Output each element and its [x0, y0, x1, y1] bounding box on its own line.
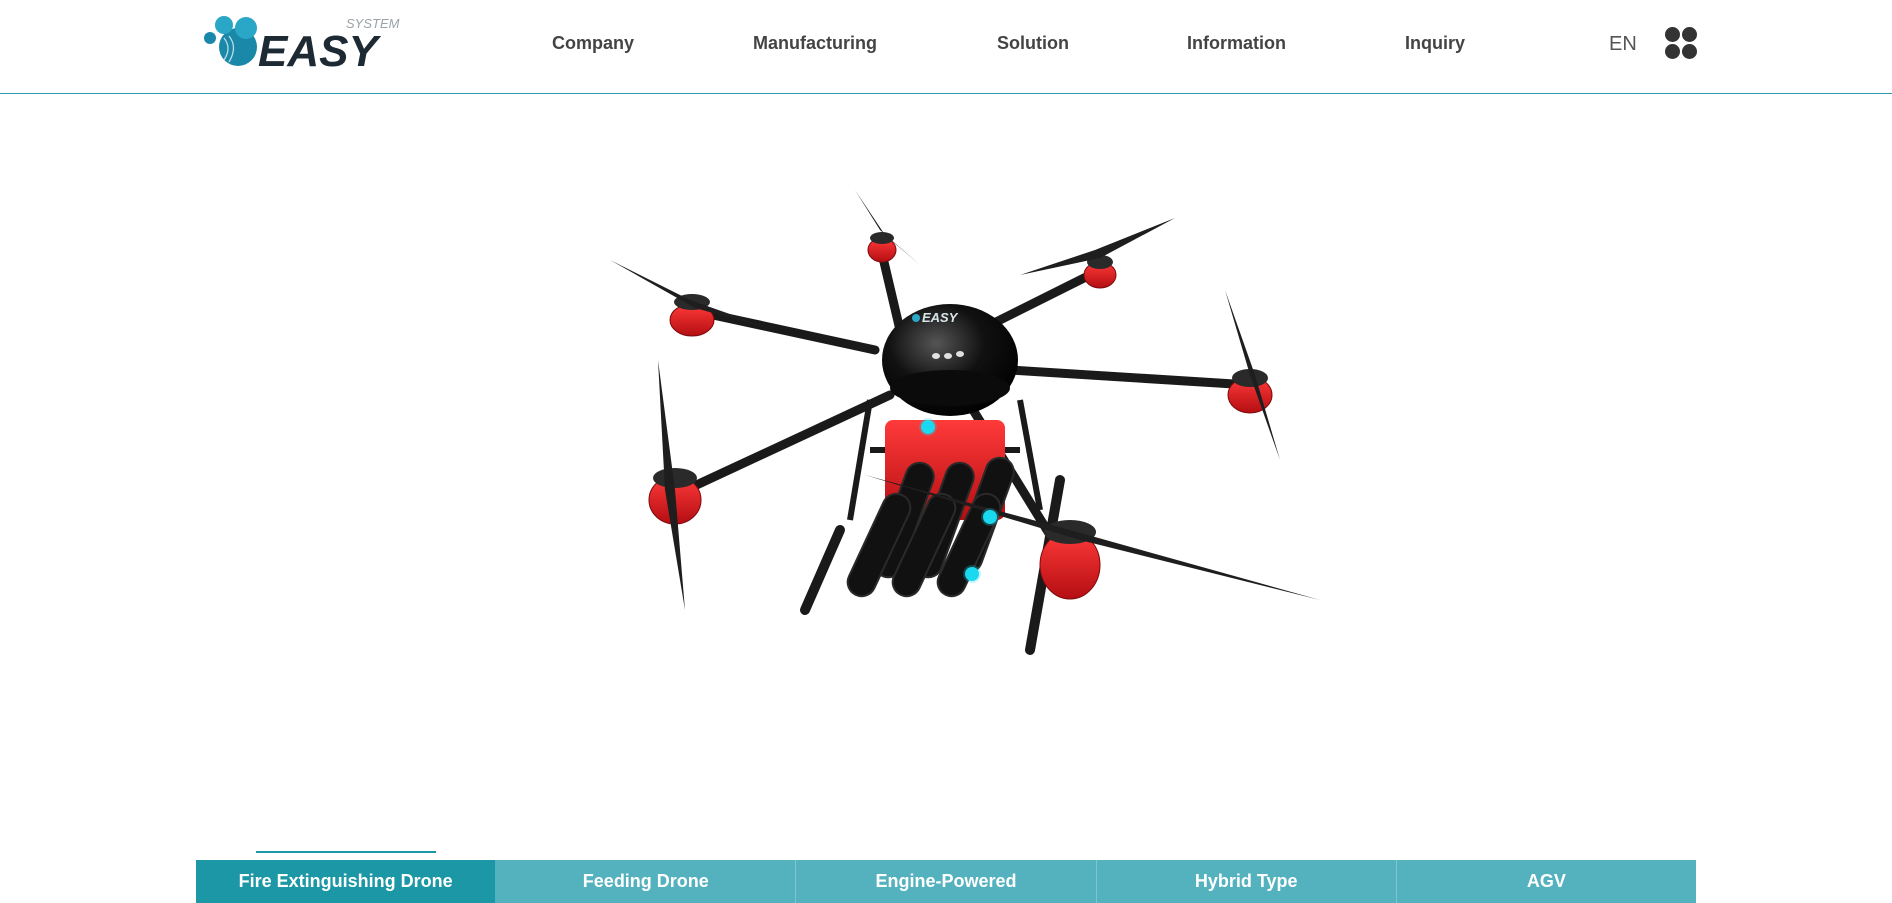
site-header: EASY SYSTEM Company Manufacturing Soluti…	[0, 0, 1892, 94]
nav-company[interactable]: Company	[552, 33, 634, 54]
product-tabs: Fire Extinguishing Drone Feeding Drone E…	[196, 860, 1697, 903]
hotspot-dot-icon[interactable]	[965, 567, 979, 581]
drone-body-logo: EASY	[922, 310, 959, 325]
tab-engine-powered[interactable]: Engine-Powered	[796, 860, 1097, 903]
nav-information[interactable]: Information	[1187, 33, 1286, 54]
product-stage: EASY	[0, 95, 1892, 845]
active-tab-indicator	[256, 851, 436, 853]
tab-feeding-drone[interactable]: Feeding Drone	[496, 860, 797, 903]
drone-image[interactable]: EASY	[600, 190, 1340, 680]
language-selector[interactable]: EN	[1609, 33, 1637, 56]
nav-inquiry[interactable]: Inquiry	[1405, 33, 1465, 54]
hotspot-dot-icon[interactable]	[983, 510, 997, 524]
hotspot-dot-icon[interactable]	[921, 420, 935, 434]
tab-hybrid-type[interactable]: Hybrid Type	[1096, 860, 1397, 903]
tab-fire-extinguishing-drone[interactable]: Fire Extinguishing Drone	[196, 860, 497, 903]
nav-solution[interactable]: Solution	[997, 33, 1069, 54]
nav-manufacturing[interactable]: Manufacturing	[753, 33, 877, 54]
tab-agv[interactable]: AGV	[1396, 860, 1697, 903]
grid-dots-icon[interactable]	[1665, 27, 1697, 59]
